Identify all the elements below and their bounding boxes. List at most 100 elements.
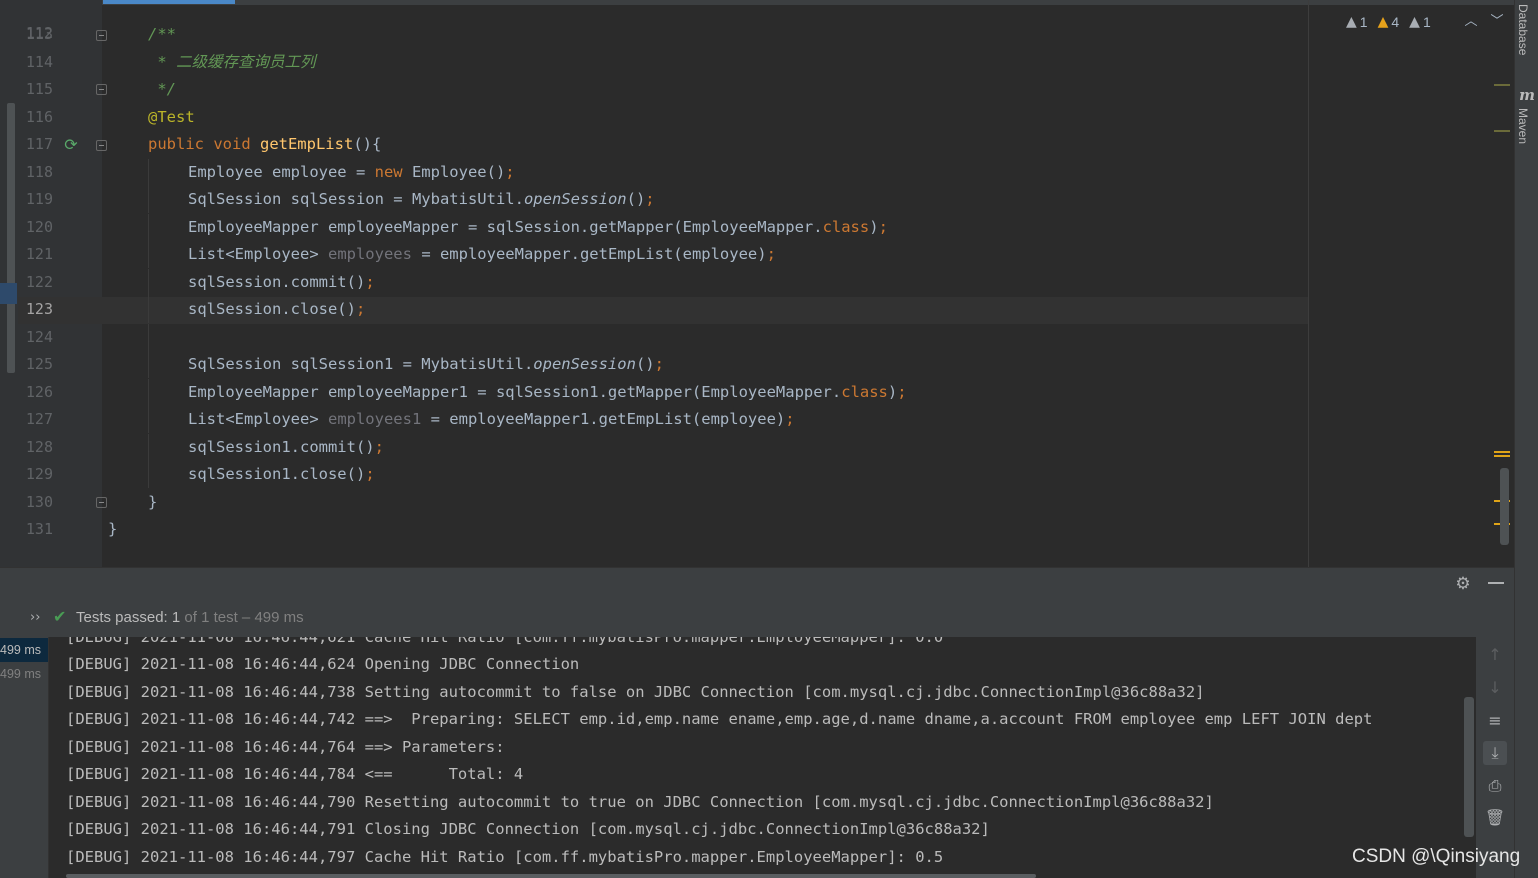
minimize-icon[interactable] (1488, 582, 1504, 584)
code-line[interactable]: 123 sqlSession.close(); (0, 296, 1300, 323)
code-token: ) (887, 383, 898, 401)
comment-text: */ (148, 80, 176, 98)
line-number: 119 (25, 190, 53, 208)
line-number: 121 (25, 245, 53, 263)
console-line: [DEBUG] 2021-11-08 16:46:44,797 Cache Hi… (66, 848, 944, 866)
line-number: 128 (25, 438, 53, 456)
code-token: List<Employee> (188, 245, 328, 263)
run-test-icon[interactable]: ⟳ (62, 136, 80, 154)
code-line[interactable]: 118 Employee employee = new Employee(); (0, 159, 1300, 186)
watermark: CSDN @\Qinsiyang (1352, 846, 1521, 867)
indent-guide (148, 214, 149, 241)
code-line[interactable]: 112 (0, 0, 1300, 42)
code-line[interactable]: 132 (0, 544, 1300, 567)
code-line[interactable]: 117 public void getEmpList(){ (0, 131, 1300, 158)
code-line[interactable]: 115 */ (0, 76, 1300, 103)
code-line[interactable]: 126 EmployeeMapper employeeMapper1 = sqlS… (0, 379, 1300, 406)
code-line[interactable]: 121 List<Employee> employees = employeeMa… (0, 241, 1300, 268)
database-tool-tab[interactable]: Database (1516, 4, 1530, 55)
static-call: openSession (523, 190, 627, 208)
line-number: 120 (25, 218, 53, 236)
stripe-mark[interactable] (1494, 451, 1510, 453)
code-line[interactable]: 128 sqlSession1.commit(); (0, 434, 1300, 461)
arrow-up-icon[interactable]: ↑ (1483, 643, 1507, 667)
code-line[interactable]: 130} (0, 489, 1300, 516)
code-line[interactable]: 129 sqlSession1.close(); (0, 461, 1300, 488)
test-tree-item[interactable]: 499 ms (0, 662, 48, 686)
code-text: sqlSession1.close(); (188, 461, 375, 488)
code-token: sqlSession.close() (188, 300, 356, 318)
semicolon: ; (355, 300, 366, 318)
semicolon: ; (365, 273, 375, 291)
code-token: SqlSession sqlSession1 = MybatisUtil. (188, 355, 534, 373)
line-number: 118 (25, 163, 53, 181)
indent-guide (148, 269, 149, 296)
code-token: () (635, 355, 655, 373)
code-line[interactable]: 125 SqlSession sqlSession1 = MybatisUtil.… (0, 351, 1300, 378)
unused-variable: employees (327, 245, 412, 263)
soft-wrap-icon[interactable]: ≡ (1483, 709, 1507, 733)
code-line[interactable]: 119 SqlSession sqlSession = MybatisUtil.o… (0, 186, 1300, 213)
indent-guide (148, 434, 149, 461)
semicolon: ; (785, 410, 795, 428)
code-text: } (148, 489, 157, 516)
indent-guide (148, 186, 149, 213)
right-margin-guide (1308, 0, 1309, 567)
console-scrollbar-thumb[interactable] (1464, 697, 1474, 837)
code-line[interactable]: 131} (0, 516, 1300, 543)
code-editor[interactable]: 112 113/** 114 * 二级缓存查询员工列 115 */116 @Test 1… (0, 0, 1514, 567)
trash-icon[interactable]: 🗑 (1483, 806, 1507, 830)
comment-text: /** (148, 25, 176, 43)
editor-scrollbar-thumb[interactable] (1500, 468, 1509, 545)
stripe-mark[interactable] (1494, 84, 1510, 86)
code-token: = employeeMapper.getEmpList(employee) (411, 245, 767, 263)
print-icon[interactable]: ⎙ (1483, 774, 1507, 798)
test-tree-item[interactable]: 499 ms (0, 638, 48, 662)
stripe-mark[interactable] (1494, 455, 1510, 457)
previous-highlight-icon[interactable]: ︿ (1464, 12, 1478, 32)
inspection-widget[interactable]: ▲ 1 ▲ 4 ▲ 1 (1346, 12, 1431, 32)
unused-variable: employees1 (327, 410, 422, 428)
semicolon: ; (766, 245, 776, 263)
code-text: sqlSession.close(); (188, 296, 365, 323)
code-line[interactable]: 127 List<Employee> employees1 = employeeM… (0, 406, 1300, 433)
check-icon: ✔ (53, 607, 67, 626)
indent-guide (148, 379, 149, 406)
console-horizontal-scrollbar[interactable] (66, 874, 1036, 878)
code-line[interactable]: 124 (0, 324, 1300, 351)
fold-marker[interactable] (96, 84, 107, 95)
right-tool-strip: Database m Maven (1514, 0, 1538, 878)
fold-marker[interactable] (96, 30, 107, 41)
maven-tool-tab[interactable]: Maven (1516, 108, 1530, 144)
maven-icon: m (1519, 86, 1535, 104)
line-number: 127 (25, 410, 53, 428)
line-number: 115 (25, 80, 53, 98)
warning-count[interactable]: ▲ 4 (1378, 14, 1400, 30)
test-tree[interactable]: 499 ms 499 ms (0, 637, 49, 878)
arrow-down-icon[interactable]: ↓ (1483, 676, 1507, 700)
gear-icon[interactable]: ⚙ (1454, 575, 1472, 593)
fold-marker[interactable] (96, 140, 107, 151)
code-token: Employee() (402, 163, 506, 181)
code-text: } (108, 516, 117, 543)
fold-marker[interactable] (96, 497, 107, 508)
chevron-double-right-icon[interactable]: ›› (30, 608, 44, 628)
line-number: 129 (25, 465, 53, 483)
weak-warning-count[interactable]: ▲ 1 (1346, 14, 1368, 30)
code-line[interactable]: 116 @Test (0, 104, 1300, 131)
code-line[interactable]: 122 sqlSession.commit(); (0, 269, 1300, 296)
weak-warning-icon: ▲ (1346, 14, 1357, 30)
semicolon: ; (374, 438, 384, 456)
stripe-mark[interactable] (1494, 130, 1510, 132)
typo-count[interactable]: ▲ 1 (1409, 14, 1431, 30)
code-token: sqlSession1.close() (188, 465, 366, 483)
scroll-to-end-icon[interactable]: ⤓ (1483, 741, 1507, 765)
semicolon: ; (654, 355, 664, 373)
code-token: ) (869, 218, 879, 236)
typo-icon: ▲ (1409, 14, 1420, 30)
code-text: @Test (148, 104, 195, 131)
code-line[interactable]: 120 EmployeeMapper employeeMapper = sqlSe… (0, 214, 1300, 241)
code-line[interactable]: 114 * 二级缓存查询员工列 (0, 49, 1300, 76)
console-output[interactable]: [DEBUG] 2021-11-08 16:46:44,621 Cache Hi… (49, 637, 1476, 878)
code-line[interactable]: 113 /** (0, 21, 1300, 48)
